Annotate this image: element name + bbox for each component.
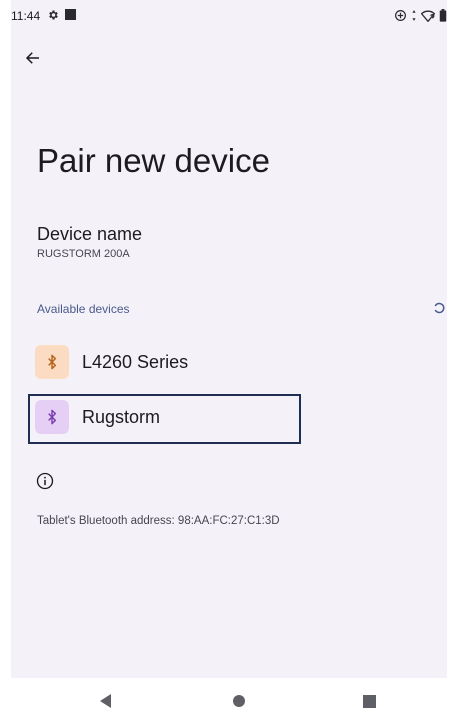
nav-home-button[interactable] [228,690,250,712]
bluetooth-icon [48,354,57,370]
device-name-label: Device name [37,224,143,244]
screen: 11:44 Pair new device Device name RUGSTO… [0,0,449,722]
status-time: 11:44 [11,9,41,23]
device-item-rugstorm[interactable]: Rugstorm [35,400,291,434]
progress-spinner-icon [434,302,445,314]
back-button[interactable] [17,42,49,74]
bluetooth-icon [48,409,57,425]
nav-back-icon [100,694,111,708]
navigation-bar [0,678,449,722]
gear-icon [49,10,58,20]
device-label: L4260 Series [82,351,189,372]
device-icon-badge [35,345,69,379]
device-label: Rugstorm [82,406,161,427]
notification-square-icon [65,9,76,20]
nav-recents-button[interactable] [358,690,380,712]
status-icons [394,8,447,22]
settings-app: 11:44 Pair new device Device name RUGSTO… [11,0,447,678]
device-item-l4260-series[interactable]: L4260 Series [35,345,291,379]
device-name-value: RUGSTORM 200A [37,248,130,260]
info-icon [36,472,54,490]
device-name-setting[interactable]: Device name RUGSTORM 200A [37,223,142,260]
device-icon-badge [35,400,69,434]
battery-icon [439,8,447,22]
nav-home-icon [233,695,245,707]
status-bar: 11:44 [11,0,447,28]
nav-back-button[interactable] [95,690,117,712]
nav-recents-icon [362,694,376,708]
bluetooth-address-text: Tablet's Bluetooth address: 98:AA:FC:27:… [37,515,280,527]
available-devices-header: Available devices [37,302,130,316]
wifi-question-icon [421,10,435,22]
data-arrows-icon [412,9,416,21]
page-title: Pair new device [37,142,270,179]
arrow-back-icon [25,52,39,64]
data-saver-icon [395,9,406,21]
